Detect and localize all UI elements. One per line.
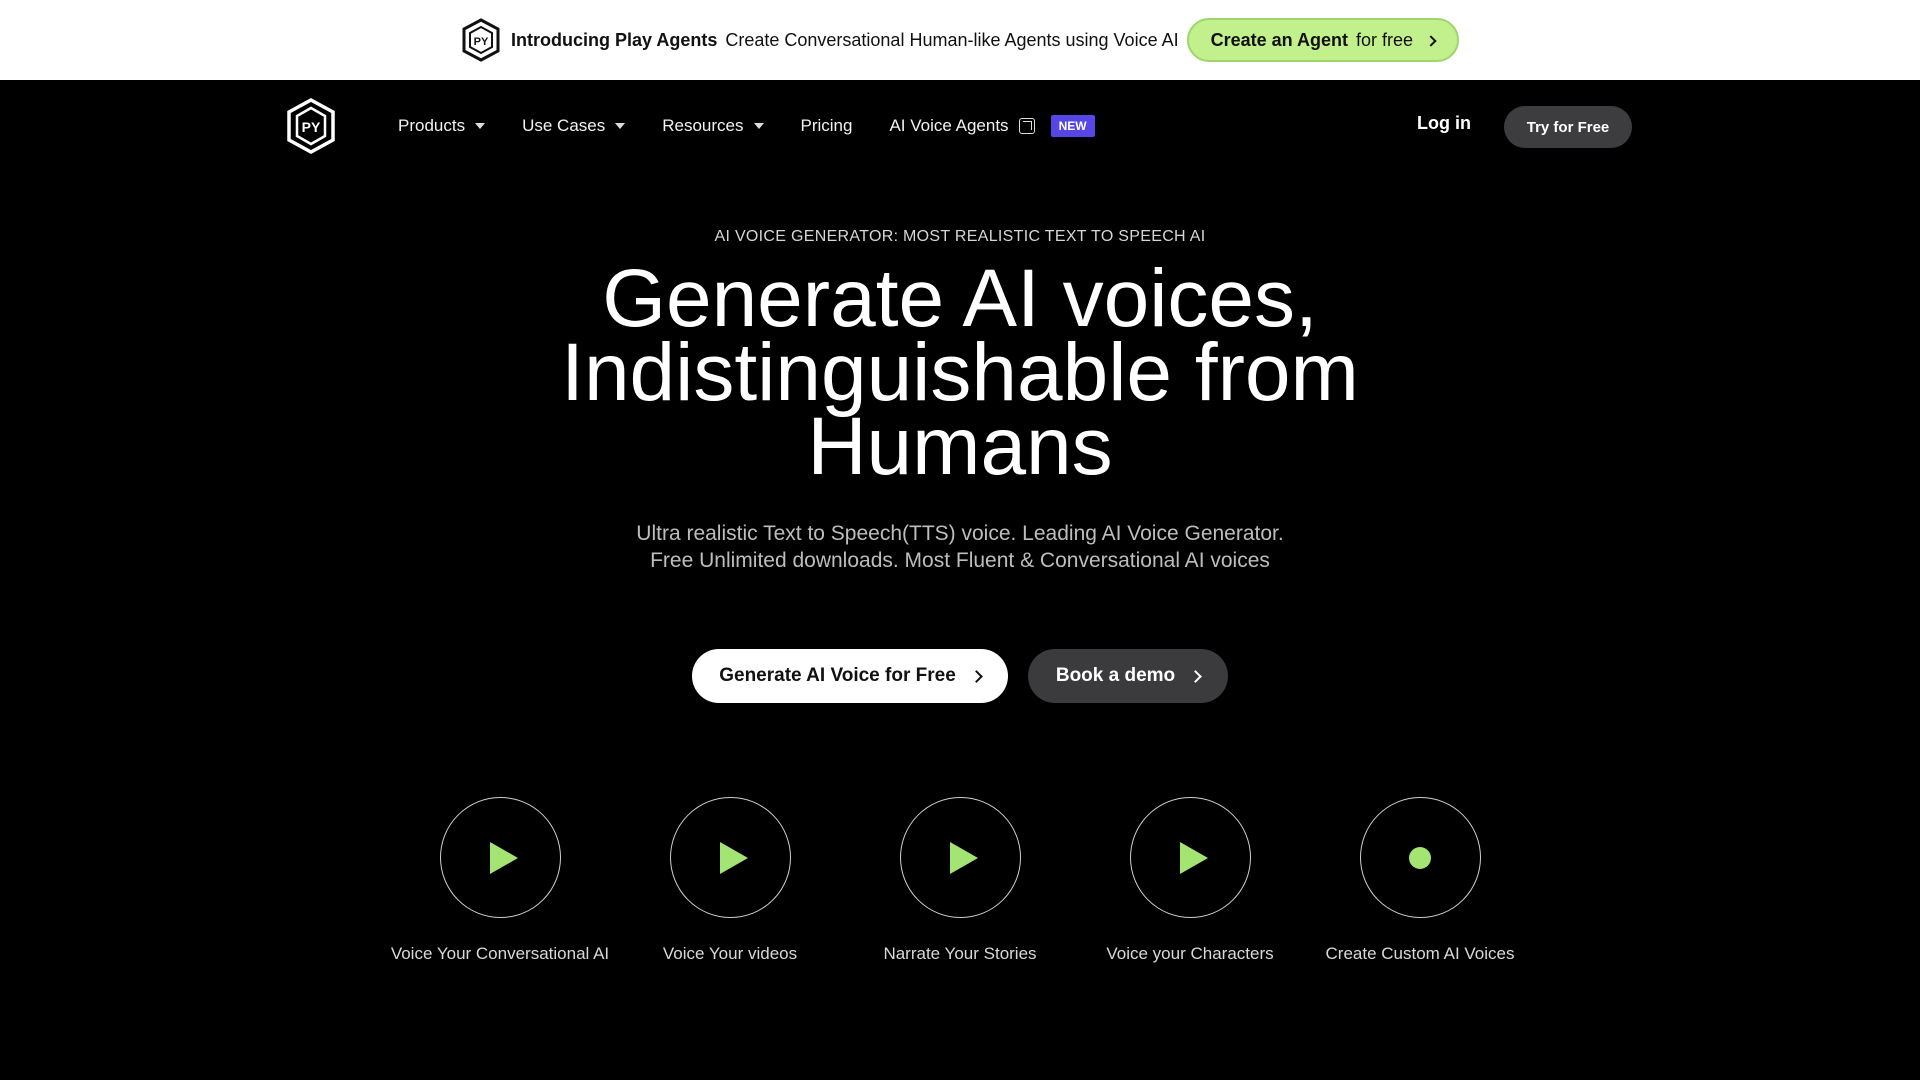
voice-card-videos[interactable]: Voice Your videos — [610, 797, 850, 964]
voice-card-label: Create Custom AI Voices — [1325, 944, 1515, 963]
record-dot-icon — [1409, 846, 1431, 869]
nav-item-pricing[interactable]: Pricing — [801, 116, 853, 136]
nav-item-ai-voice-agents[interactable]: AI Voice Agents NEW — [889, 115, 1095, 137]
nav-item-products[interactable]: Products — [398, 116, 486, 136]
play-icon — [490, 841, 518, 874]
create-agent-label: Create an Agent — [1210, 29, 1348, 50]
voice-card-characters[interactable]: Voice your Characters — [1070, 797, 1310, 964]
book-demo-label: Book a demo — [1055, 665, 1176, 686]
voice-card-label: Voice your Characters — [1106, 944, 1274, 963]
announcement-title: Introducing Play Agents — [510, 29, 718, 50]
nav-item-use-cases[interactable]: Use Cases — [522, 116, 626, 136]
record-button[interactable] — [1359, 797, 1481, 918]
nav-item-label: Products — [398, 116, 466, 135]
voice-card-label: Voice Your videos — [662, 944, 798, 963]
voice-samples: Voice Your Conversational AI Voice Your … — [0, 797, 1920, 977]
nav-item-label: Resources — [662, 116, 744, 135]
hero-subheading: Ultra realistic Text to Speech(TTS) voic… — [560, 520, 1360, 574]
generate-ai-voice-button[interactable]: Generate AI Voice for Free — [692, 649, 1008, 703]
announcement-description: Create Conversational Human-like Agents … — [725, 29, 1179, 50]
create-agent-button[interactable]: Create an Agent for free — [1186, 18, 1460, 62]
play-button[interactable] — [439, 797, 561, 918]
svg-text:PY: PY — [474, 36, 489, 48]
headline-line-3: Humans — [807, 401, 1113, 492]
nav-item-label: AI Voice Agents — [889, 116, 1009, 135]
svg-text:PY: PY — [302, 119, 321, 135]
hero-eyebrow: AI VOICE GENERATOR: MOST REALISTIC TEXT … — [714, 228, 1206, 245]
subheading-line-2: Free Unlimited downloads. Most Fluent & … — [650, 549, 1270, 572]
voice-card-conversational-ai[interactable]: Voice Your Conversational AI — [380, 797, 620, 964]
try-for-free-button[interactable]: Try for Free — [1504, 106, 1632, 148]
voice-card-custom-voices[interactable]: Create Custom AI Voices — [1300, 797, 1540, 964]
login-link[interactable]: Log in — [1417, 113, 1471, 134]
new-badge: NEW — [1050, 115, 1095, 137]
play-ht-logo-icon[interactable]: PY — [286, 98, 336, 154]
play-icon — [1180, 841, 1208, 874]
nav-links: Products Use Cases Resources Pricing AI … — [398, 80, 1095, 172]
play-icon — [950, 841, 978, 874]
play-logo-icon: PY — [462, 18, 500, 62]
play-button[interactable] — [1129, 797, 1251, 918]
subheading-line-1: Ultra realistic Text to Speech(TTS) voic… — [636, 522, 1284, 545]
chevron-right-icon — [969, 670, 983, 683]
nav-item-label: Use Cases — [522, 116, 606, 135]
chevron-right-icon — [1189, 670, 1203, 683]
play-icon — [720, 841, 748, 874]
voice-card-stories[interactable]: Narrate Your Stories — [840, 797, 1080, 964]
nav-item-label: Pricing — [800, 116, 853, 135]
voice-card-label: Narrate Your Stories — [883, 944, 1037, 963]
generate-ai-voice-label: Generate AI Voice for Free — [719, 665, 956, 686]
play-button[interactable] — [669, 797, 791, 918]
hero-headline: Generate AI voices, Indistinguishable fr… — [360, 258, 1560, 488]
play-button[interactable] — [899, 797, 1021, 918]
caret-down-icon — [753, 123, 764, 129]
chevron-right-icon — [1425, 34, 1437, 47]
voice-card-label: Voice Your Conversational AI — [390, 944, 610, 963]
caret-down-icon — [475, 123, 486, 129]
caret-down-icon — [615, 123, 626, 129]
announcement-bar: PY Introducing Play Agents Create Conver… — [0, 0, 1920, 80]
external-link-icon — [1018, 118, 1035, 134]
nav-item-resources[interactable]: Resources — [662, 116, 764, 136]
book-demo-button[interactable]: Book a demo — [1028, 649, 1228, 703]
create-agent-sub-label: for free — [1355, 29, 1414, 50]
main-nav: PY Products Use Cases Resources Pricing … — [0, 80, 1920, 172]
